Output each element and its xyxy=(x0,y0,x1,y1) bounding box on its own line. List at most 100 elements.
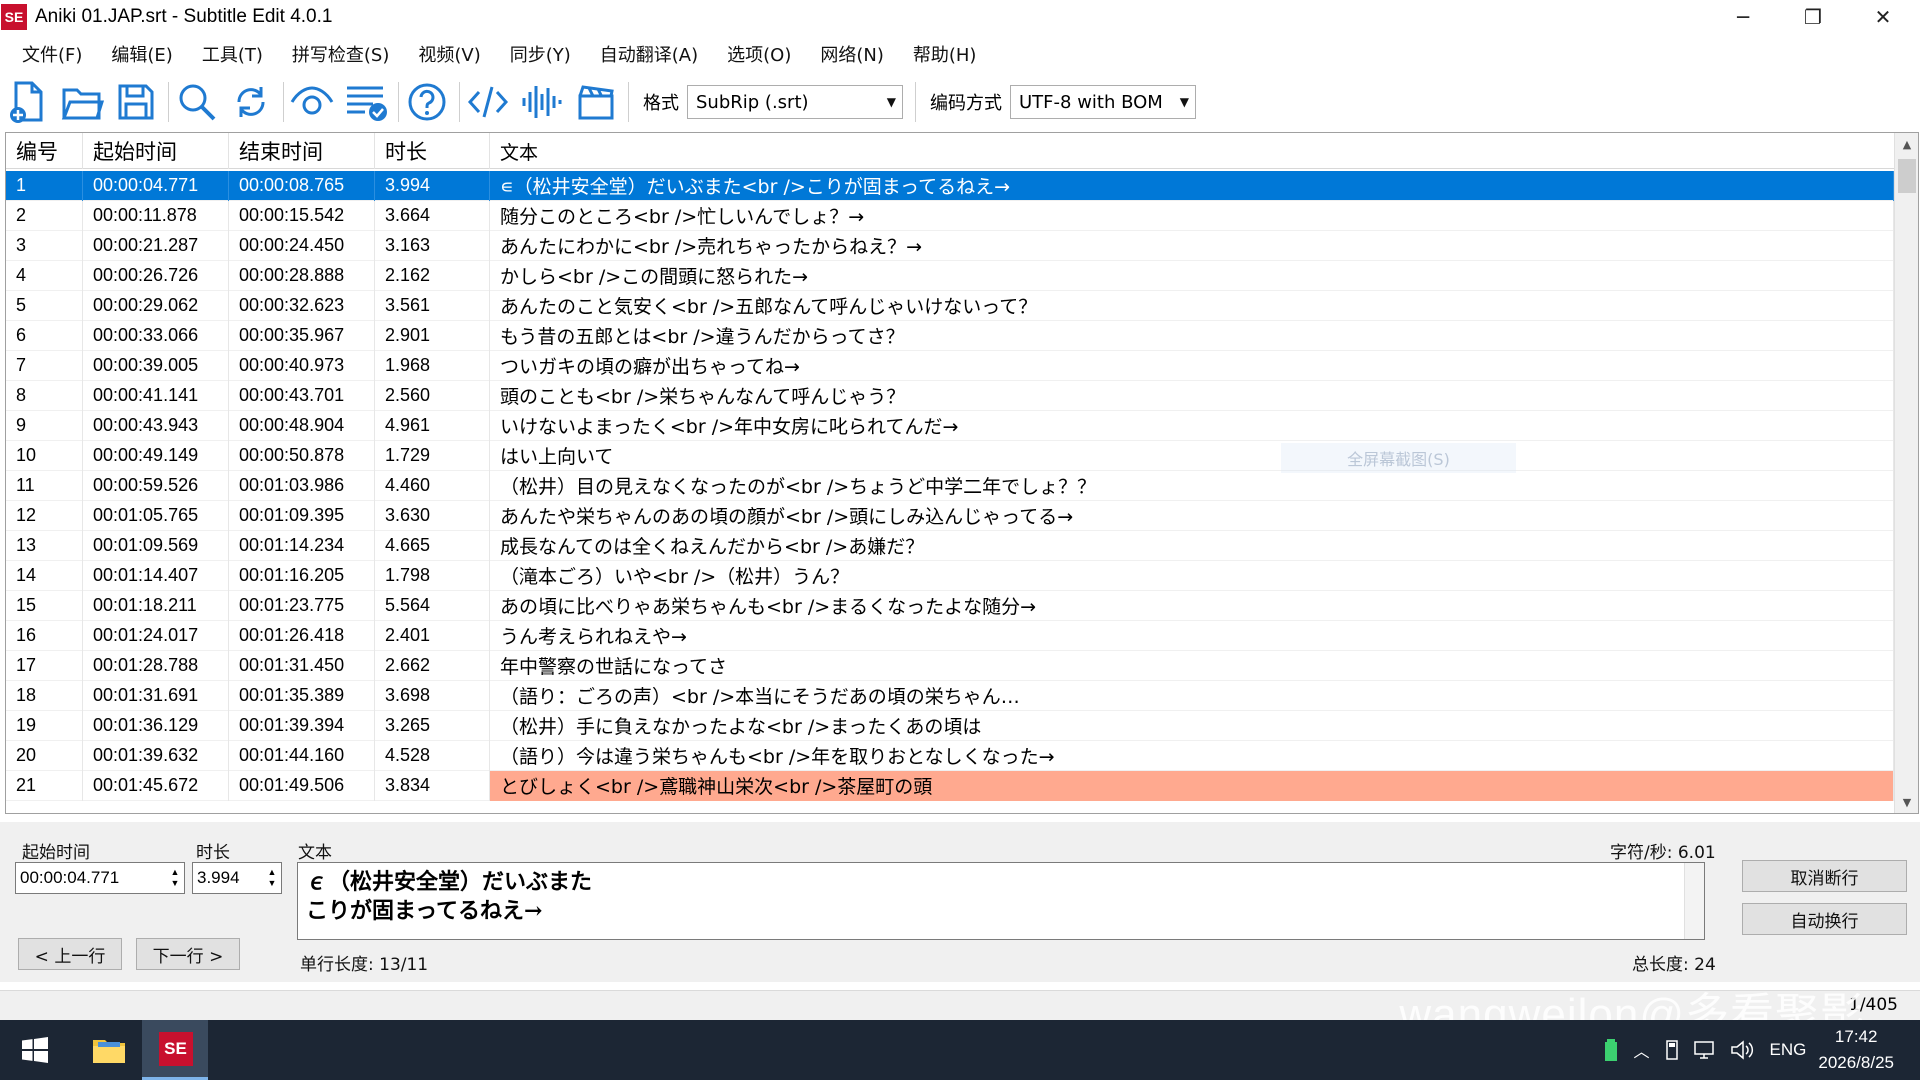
menu-network[interactable]: 网络(N) xyxy=(808,41,896,67)
table-row[interactable]: 17 00:01:28.788 00:01:31.450 2.662 年中警察の世話にな… xyxy=(6,650,1894,681)
cell-text: はい上向いて xyxy=(490,440,1894,471)
cell-start-time: 00:01:14.407 xyxy=(83,560,229,591)
new-file-button[interactable] xyxy=(4,78,52,126)
previous-line-button[interactable]: < 上一行 xyxy=(18,938,122,970)
cell-number: 6 xyxy=(6,320,83,351)
cell-end-time: 00:00:35.967 xyxy=(229,320,375,351)
table-row[interactable]: 11 00:00:59.526 00:01:03.986 4.460 （松井）目の見えな… xyxy=(6,470,1894,501)
table-row[interactable]: 10 00:00:49.149 00:00:50.878 1.729 はい上向いて xyxy=(6,440,1894,471)
help-button[interactable] xyxy=(403,78,451,126)
unbreak-button[interactable]: 取消断行 xyxy=(1742,860,1907,892)
column-header-end[interactable]: 结束时间 xyxy=(229,133,375,169)
visual-sync-button[interactable] xyxy=(288,78,336,126)
minimize-button[interactable]: ─ xyxy=(1708,0,1778,34)
table-row[interactable]: 4 00:00:26.726 00:00:28.888 2.162 かしら<br />こ… xyxy=(6,260,1894,291)
cell-text: （語り：ごろの声）<br />本当にそうだあの頃の栄ちゃん… xyxy=(490,680,1894,711)
find-button[interactable] xyxy=(173,78,221,126)
chevron-up-icon[interactable]: ︿ xyxy=(1634,1038,1650,1062)
cell-text: あんたや栄ちゃんのあの頃の顔が<br />頭にしみ込んじゃってる→ xyxy=(490,500,1894,531)
menu-help[interactable]: 帮助(H) xyxy=(901,41,989,67)
usb-icon[interactable] xyxy=(1664,1039,1680,1061)
next-line-button[interactable]: 下一行 > xyxy=(136,938,240,970)
spell-check-button[interactable] xyxy=(342,78,390,126)
cell-number: 3 xyxy=(6,230,83,261)
table-row[interactable]: 12 00:01:05.765 00:01:09.395 3.630 あんたや栄ちゃんの… xyxy=(6,500,1894,531)
menu-auto-translate[interactable]: 自动翻译(A) xyxy=(588,41,710,67)
table-row[interactable]: 16 00:01:24.017 00:01:26.418 2.401 うん考えられねえや… xyxy=(6,620,1894,651)
menu-file[interactable]: 文件(F) xyxy=(10,41,94,67)
table-row[interactable]: 5 00:00:29.062 00:00:32.623 3.561 あんたのこと気安く<… xyxy=(6,290,1894,321)
clock[interactable]: 17:42 2026/8/25 xyxy=(1818,1024,1894,1076)
table-row[interactable]: 3 00:00:21.287 00:00:24.450 3.163 あんたにわかに<br… xyxy=(6,230,1894,261)
toolbar-separator xyxy=(459,82,460,122)
table-row[interactable]: 6 00:00:33.066 00:00:35.967 2.901 もう昔の五郎とは<b… xyxy=(6,320,1894,351)
menu-tools[interactable]: 工具(T) xyxy=(190,41,275,67)
table-row[interactable]: 7 00:00:39.005 00:00:40.973 1.968 ついガキの頃の癖が出… xyxy=(6,350,1894,381)
scroll-up-icon[interactable]: ▲ xyxy=(1895,133,1918,155)
encoding-select[interactable]: UTF-8 with BOM ▼ xyxy=(1010,85,1196,119)
video-button[interactable] xyxy=(572,78,620,126)
column-header-number[interactable]: 编号 xyxy=(6,133,83,169)
restore-button[interactable]: ❐ xyxy=(1778,0,1848,34)
menu-video[interactable]: 视频(V) xyxy=(406,41,492,67)
clock-time: 17:42 xyxy=(1834,1027,1878,1046)
text-scrollbar[interactable] xyxy=(1684,863,1704,939)
table-row[interactable]: 2 00:00:11.878 00:00:15.542 3.664 随分このところ<br… xyxy=(6,200,1894,231)
table-row[interactable]: 20 00:01:39.632 00:01:44.160 4.528 （語り）今は違う栄… xyxy=(6,740,1894,771)
cell-number: 1 xyxy=(6,170,83,201)
encoding-label: 编码方式 xyxy=(930,93,1002,114)
volume-icon[interactable] xyxy=(1730,1040,1754,1060)
toolbar-separator xyxy=(168,82,169,122)
cell-duration: 2.162 xyxy=(375,260,490,291)
scroll-down-icon[interactable]: ▼ xyxy=(1895,791,1918,813)
column-header-duration[interactable]: 时长 xyxy=(375,133,490,169)
scroll-thumb[interactable] xyxy=(1898,159,1916,193)
subtitle-text-editor[interactable]: ∊（松井安全堂）だいぶまた こりが固まってるねえ→ xyxy=(297,862,1705,940)
cell-duration: 2.662 xyxy=(375,650,490,681)
cell-duration: 2.560 xyxy=(375,380,490,411)
menu-options[interactable]: 选项(O) xyxy=(715,41,803,67)
input-language[interactable]: ENG xyxy=(1770,1040,1807,1060)
table-row[interactable]: 18 00:01:31.691 00:01:35.389 3.698 （語り：ごろの声）… xyxy=(6,680,1894,711)
new-file-icon xyxy=(10,81,43,123)
cell-start-time: 00:00:11.878 xyxy=(83,200,229,231)
table-row[interactable]: 8 00:00:41.141 00:00:43.701 2.560 頭のことも<br /… xyxy=(6,380,1894,411)
auto-break-button[interactable]: 自动换行 xyxy=(1742,903,1907,935)
column-header-start[interactable]: 起始时间 xyxy=(83,133,229,169)
spin-arrows-icon[interactable]: ▲ ▼ xyxy=(265,865,279,891)
duration-input[interactable]: 3.994 ▲ ▼ xyxy=(192,862,282,894)
table-row[interactable]: 1 00:00:04.771 00:00:08.765 3.994 ∊（松井安全堂）だい… xyxy=(6,170,1894,201)
table-row[interactable]: 9 00:00:43.943 00:00:48.904 4.961 いけないよまったく<… xyxy=(6,410,1894,441)
close-button[interactable]: ✕ xyxy=(1848,0,1918,34)
start-time-input[interactable]: 00:00:04.771 ▲ ▼ xyxy=(15,862,185,894)
spin-arrows-icon[interactable]: ▲ ▼ xyxy=(168,865,182,891)
battery-icon[interactable] xyxy=(1604,1039,1618,1061)
menu-spellcheck[interactable]: 拼写检查(S) xyxy=(280,41,401,67)
start-button[interactable] xyxy=(2,1020,68,1080)
subtitle-grid[interactable]: 编号 起始时间 结束时间 时长 文本 1 00:00:04.771 00:00:08… xyxy=(5,132,1919,814)
taskbar-subtitle-edit[interactable]: SE xyxy=(142,1020,208,1080)
grid-scrollbar[interactable]: ▲ ▼ xyxy=(1894,133,1918,813)
cell-end-time: 00:01:03.986 xyxy=(229,470,375,501)
cell-end-time: 00:01:35.389 xyxy=(229,680,375,711)
cell-text: 年中警察の世話になってさ xyxy=(490,650,1894,681)
chevron-down-icon: ▼ xyxy=(1179,95,1189,109)
network-icon[interactable] xyxy=(1693,1040,1718,1060)
table-row[interactable]: 15 00:01:18.211 00:01:23.775 5.564 あの頃に比べりゃあ… xyxy=(6,590,1894,621)
table-row[interactable]: 14 00:01:14.407 00:01:16.205 1.798 （滝本ごろ）いや<… xyxy=(6,560,1894,591)
table-row[interactable]: 13 00:01:09.569 00:01:14.234 4.665 成長なんてのは全く… xyxy=(6,530,1894,561)
taskbar-file-explorer[interactable] xyxy=(76,1020,142,1080)
source-view-button[interactable] xyxy=(464,78,512,126)
replace-button[interactable] xyxy=(227,78,275,126)
app-window: SE Aniki 01.JAP.srt - Subtitle Edit 4.0.… xyxy=(0,0,1920,1080)
column-header-text[interactable]: 文本 xyxy=(490,133,1894,169)
table-row[interactable]: 21 00:01:45.672 00:01:49.506 3.834 とびしょく<br … xyxy=(6,770,1894,801)
open-button[interactable] xyxy=(58,78,106,126)
save-button[interactable] xyxy=(112,78,160,126)
format-select[interactable]: SubRip (.srt) ▼ xyxy=(687,85,903,119)
menu-sync[interactable]: 同步(Y) xyxy=(498,41,583,67)
open-folder-icon xyxy=(61,88,104,120)
menu-edit[interactable]: 编辑(E) xyxy=(99,41,184,67)
waveform-button[interactable] xyxy=(518,78,566,126)
table-row[interactable]: 19 00:01:36.129 00:01:39.394 3.265 （松井）手に負えな… xyxy=(6,710,1894,741)
